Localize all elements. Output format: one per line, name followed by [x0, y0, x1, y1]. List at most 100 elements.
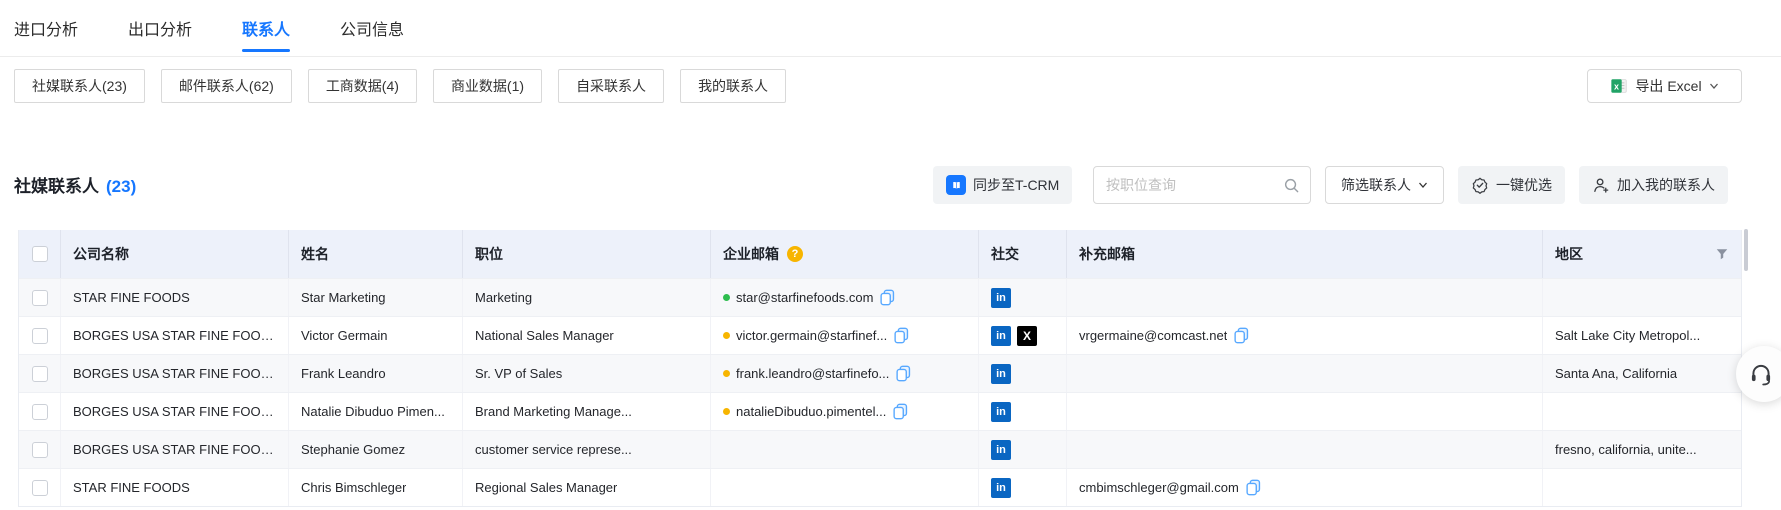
tab-company-info[interactable]: 公司信息 — [340, 0, 404, 57]
name-cell: Frank Leandro — [289, 355, 463, 392]
one-click-optimize-label: 一键优选 — [1496, 175, 1552, 195]
region-cell: Salt Lake City Metropol... — [1543, 317, 1741, 354]
region-cell — [1543, 393, 1741, 430]
email-cell — [711, 469, 979, 506]
email-cell: natalieDibuduo.pimentel... — [711, 393, 979, 430]
header-company: 公司名称 — [61, 230, 289, 278]
company-cell: STAR FINE FOODS — [61, 279, 289, 316]
email-status-dot — [723, 408, 730, 415]
linkedin-icon[interactable]: in — [991, 440, 1011, 460]
header-region: 地区 — [1543, 230, 1741, 278]
row-checkbox[interactable] — [32, 290, 48, 306]
chevron-down-icon — [1418, 180, 1428, 190]
search-icon[interactable] — [1283, 177, 1300, 194]
row-checkbox-cell — [19, 393, 61, 430]
add-to-my-contacts-label: 加入我的联系人 — [1617, 175, 1715, 195]
row-checkbox[interactable] — [32, 442, 48, 458]
chip-email-contacts[interactable]: 邮件联系人(62) — [161, 69, 292, 103]
add-to-my-contacts-button[interactable]: 加入我的联系人 — [1579, 166, 1728, 204]
copy-icon[interactable] — [1245, 479, 1262, 496]
one-click-optimize-button[interactable]: 一键优选 — [1458, 166, 1565, 204]
row-checkbox-cell — [19, 431, 61, 468]
alt-email-cell: cmbimschleger@gmail.com — [1067, 469, 1543, 506]
export-excel-button[interactable]: x 导出 Excel — [1587, 69, 1742, 103]
table-row: STAR FINE FOODS Chris Bimschleger Region… — [19, 468, 1741, 506]
social-cell: in — [979, 279, 1067, 316]
table-row: BORGES USA STAR FINE FOODS Stephanie Gom… — [19, 430, 1741, 468]
copy-icon[interactable] — [1233, 327, 1250, 344]
help-icon[interactable]: ? — [787, 246, 803, 262]
chip-my-contacts[interactable]: 我的联系人 — [680, 69, 786, 103]
social-cell: in — [979, 431, 1067, 468]
support-headset-button[interactable] — [1736, 346, 1781, 402]
contact-source-chips: 社媒联系人(23) 邮件联系人(62) 工商数据(4) 商业数据(1) 自采联系… — [14, 69, 786, 103]
section-count: (23) — [106, 177, 136, 196]
copy-icon[interactable] — [892, 403, 909, 420]
scrollbar-thumb[interactable] — [1744, 229, 1748, 271]
svg-text:x: x — [1614, 82, 1619, 92]
filter-contacts-dropdown[interactable]: 筛选联系人 — [1325, 166, 1444, 204]
linkedin-icon[interactable]: in — [991, 402, 1011, 422]
excel-icon: x — [1610, 77, 1628, 95]
table-row: BORGES USA STAR FINE FOODS Natalie Dibud… — [19, 392, 1741, 430]
copy-icon[interactable] — [893, 327, 910, 344]
social-cell: in — [979, 393, 1067, 430]
chevron-down-icon — [1709, 81, 1719, 91]
chip-business-registry[interactable]: 工商数据(4) — [308, 69, 417, 103]
alt-email-cell — [1067, 393, 1543, 430]
name-cell: Natalie Dibuduo Pimen... — [289, 393, 463, 430]
table-row: BORGES USA STAR FINE FOODS Frank Leandro… — [19, 354, 1741, 392]
header-email: 企业邮箱? — [711, 230, 979, 278]
badge-icon — [1471, 176, 1489, 194]
linkedin-icon[interactable]: in — [991, 478, 1011, 498]
section-title: 社媒联系人(23) — [14, 172, 136, 197]
copy-icon[interactable] — [895, 365, 912, 382]
linkedin-icon[interactable]: in — [991, 364, 1011, 384]
alt-email-cell: vrgermaine@comcast.net — [1067, 317, 1543, 354]
header-alt-email: 补充邮箱 — [1067, 230, 1543, 278]
linkedin-icon[interactable]: in — [991, 326, 1011, 346]
chip-social-contacts[interactable]: 社媒联系人(23) — [14, 69, 145, 103]
alt-email-cell — [1067, 279, 1543, 316]
filter-funnel-icon[interactable] — [1715, 247, 1729, 261]
header-name: 姓名 — [289, 230, 463, 278]
title-cell: customer service represe... — [463, 431, 711, 468]
table-header-row: 公司名称 姓名 职位 企业邮箱? 社交 补充邮箱 地区 — [19, 230, 1741, 278]
tab-export-analysis[interactable]: 出口分析 — [128, 0, 192, 57]
position-search-input[interactable] — [1106, 177, 1283, 193]
select-all-cell — [19, 230, 61, 278]
region-cell — [1543, 469, 1741, 506]
sync-to-tcrm-button[interactable]: 同步至T-CRM — [933, 166, 1072, 204]
table-row: BORGES USA STAR FINE FOODS Victor Germai… — [19, 316, 1741, 354]
chip-commercial-data[interactable]: 商业数据(1) — [433, 69, 542, 103]
tab-import-analysis[interactable]: 进口分析 — [14, 0, 78, 57]
row-checkbox[interactable] — [32, 328, 48, 344]
name-cell: Chris Bimschleger — [289, 469, 463, 506]
row-checkbox-cell — [19, 355, 61, 392]
title-cell: Regional Sales Manager — [463, 469, 711, 506]
linkedin-icon[interactable]: in — [991, 288, 1011, 308]
tab-contacts[interactable]: 联系人 — [242, 0, 290, 57]
table-row: STAR FINE FOODS Star Marketing Marketing… — [19, 278, 1741, 316]
select-all-checkbox[interactable] — [32, 246, 48, 262]
row-checkbox[interactable] — [32, 366, 48, 382]
row-checkbox[interactable] — [32, 480, 48, 496]
region-cell: fresno, california, unite... — [1543, 431, 1741, 468]
row-checkbox[interactable] — [32, 404, 48, 420]
company-cell: BORGES USA STAR FINE FOODS — [61, 431, 289, 468]
email-cell: star@starfinefoods.com — [711, 279, 979, 316]
copy-icon[interactable] — [879, 289, 896, 306]
header-title: 职位 — [463, 230, 711, 278]
email-cell: frank.leandro@starfinefo... — [711, 355, 979, 392]
title-cell: Sr. VP of Sales — [463, 355, 711, 392]
sync-to-tcrm-label: 同步至T-CRM — [973, 175, 1059, 195]
chip-self-collected[interactable]: 自采联系人 — [558, 69, 664, 103]
name-cell: Victor Germain — [289, 317, 463, 354]
title-cell: Marketing — [463, 279, 711, 316]
company-cell: BORGES USA STAR FINE FOODS — [61, 317, 289, 354]
company-cell: BORGES USA STAR FINE FOODS — [61, 355, 289, 392]
email-status-dot — [723, 332, 730, 339]
x-icon[interactable]: X — [1017, 326, 1037, 346]
region-cell: Santa Ana, California — [1543, 355, 1741, 392]
header-social: 社交 — [979, 230, 1067, 278]
